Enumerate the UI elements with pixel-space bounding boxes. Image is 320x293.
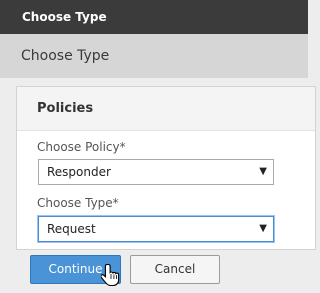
chevron-down-icon: ▼	[259, 166, 267, 177]
choose-policy-value: Responder	[47, 165, 111, 179]
panel-heading: Policies	[17, 87, 315, 131]
cancel-button[interactable]: Cancel	[130, 255, 220, 284]
choose-type-value: Request	[47, 222, 96, 236]
choose-type-label: Choose Type*	[37, 196, 119, 210]
window-title: Choose Type	[22, 10, 107, 24]
page-title: Choose Type	[21, 48, 110, 64]
window-title-bar: Choose Type	[0, 0, 308, 34]
policies-panel: Policies Choose Policy* Responder ▼ Choo…	[16, 86, 316, 250]
choose-type-select[interactable]: Request ▼	[38, 216, 274, 242]
hand-pointer-icon	[101, 263, 120, 287]
choose-policy-label: Choose Policy*	[37, 140, 126, 154]
choose-policy-select[interactable]: Responder ▼	[38, 159, 274, 185]
panel-title: Policies	[37, 101, 94, 116]
chevron-down-icon: ▼	[259, 223, 267, 234]
page-header: Choose Type	[0, 34, 308, 78]
